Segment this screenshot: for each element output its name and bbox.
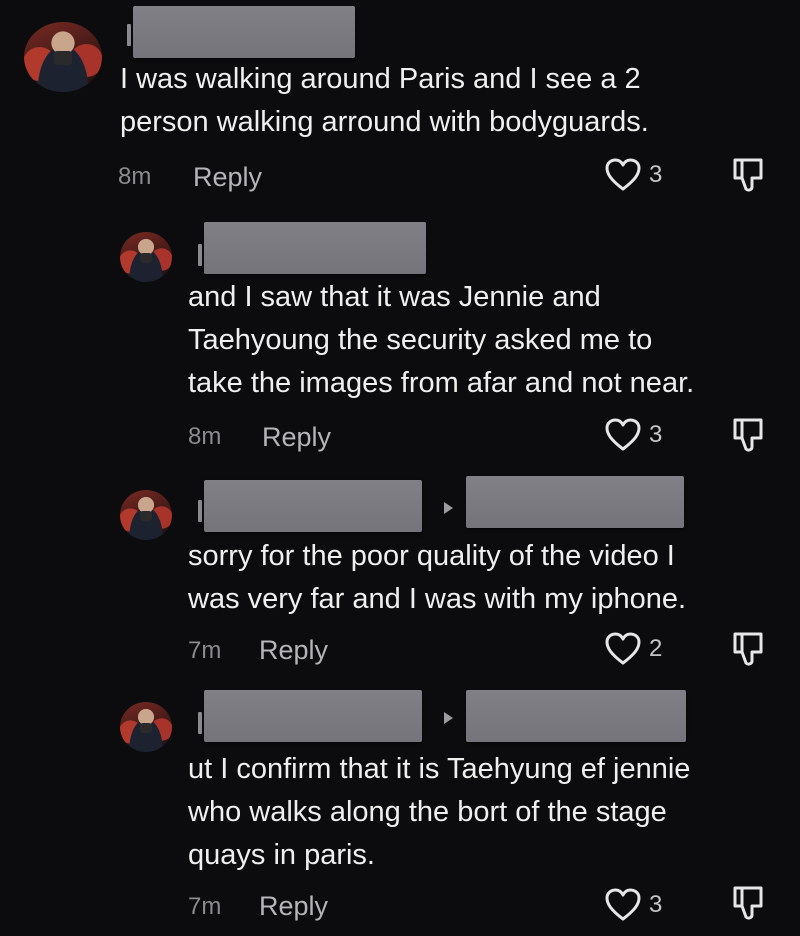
avatar[interactable] xyxy=(120,232,172,282)
timestamp: 8m xyxy=(188,423,222,450)
username-redaction-edge xyxy=(198,500,202,522)
avatar[interactable] xyxy=(120,702,172,752)
like-button[interactable]: 3 xyxy=(605,418,662,452)
like-count: 3 xyxy=(649,161,663,188)
username-redacted[interactable] xyxy=(204,222,426,274)
thumbs-down-icon xyxy=(730,158,766,198)
reply-to-username-redacted[interactable] xyxy=(466,476,684,528)
like-button[interactable]: 3 xyxy=(605,158,662,192)
triangle-right-icon xyxy=(444,712,453,724)
heart-icon xyxy=(605,888,641,922)
username-redacted[interactable] xyxy=(204,690,422,742)
reply-to-username-redacted[interactable] xyxy=(466,690,686,742)
timestamp: 7m xyxy=(188,637,222,664)
comment-text: ut I confirm that it is Taehyung ef jenn… xyxy=(188,753,691,871)
reply-button[interactable]: Reply xyxy=(262,422,331,453)
like-count: 2 xyxy=(649,635,663,662)
username-redaction-edge xyxy=(127,24,131,46)
heart-icon xyxy=(605,632,641,666)
comment-text: and I saw that it was Jennie and Taehyou… xyxy=(188,281,695,399)
username-redaction-edge xyxy=(198,712,202,734)
avatar[interactable] xyxy=(120,490,172,540)
like-button[interactable]: 2 xyxy=(605,632,662,666)
comment-text: I was walking around Paris and I see a 2… xyxy=(120,63,649,138)
like-button[interactable]: 3 xyxy=(605,888,662,922)
thumbs-down-icon xyxy=(730,632,766,672)
reply-button[interactable]: Reply xyxy=(259,635,328,666)
comment-text: sorry for the poor quality of the video … xyxy=(188,540,687,615)
avatar[interactable] xyxy=(24,22,102,92)
username-redacted[interactable] xyxy=(133,6,355,58)
thumbs-down-icon xyxy=(730,886,766,926)
timestamp: 8m xyxy=(118,163,152,190)
thumbs-down-icon xyxy=(730,418,766,458)
dislike-button[interactable] xyxy=(730,630,766,673)
timestamp: 7m xyxy=(188,893,222,920)
like-count: 3 xyxy=(649,421,663,448)
reply-button[interactable]: Reply xyxy=(193,162,262,193)
username-redacted[interactable] xyxy=(204,480,422,532)
dislike-button[interactable] xyxy=(730,156,766,199)
heart-icon xyxy=(605,418,641,452)
triangle-right-icon xyxy=(444,502,453,514)
like-count: 3 xyxy=(649,891,663,918)
heart-icon xyxy=(605,158,641,192)
username-redaction-edge xyxy=(198,244,202,266)
dislike-button[interactable] xyxy=(730,416,766,459)
dislike-button[interactable] xyxy=(730,884,766,927)
reply-button[interactable]: Reply xyxy=(259,891,328,922)
